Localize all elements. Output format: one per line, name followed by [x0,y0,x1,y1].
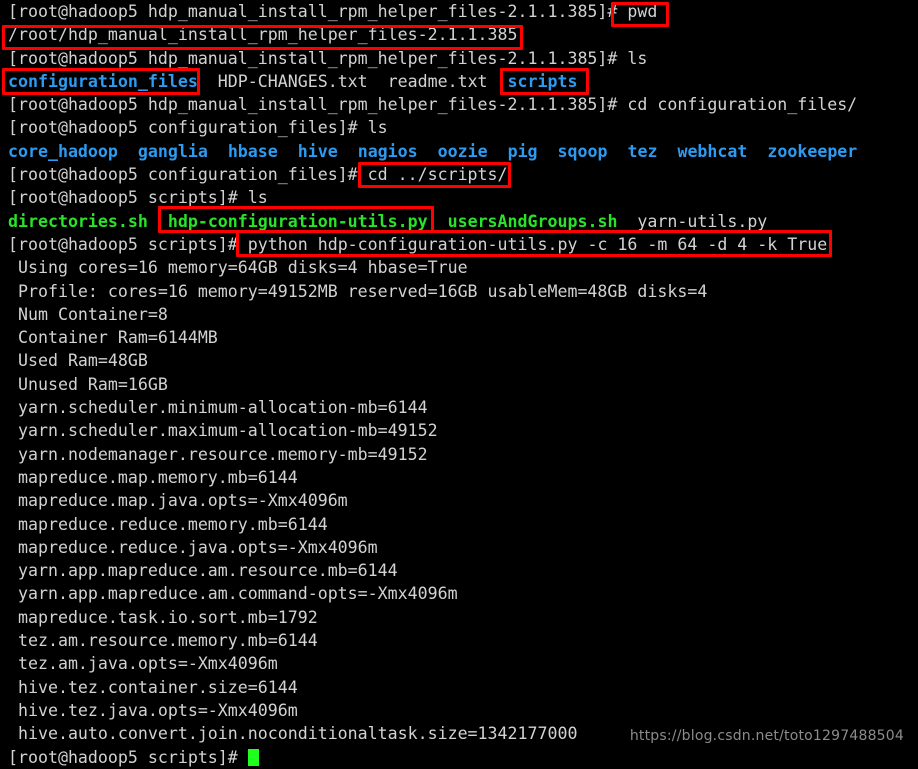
terminal-text-segment: yarn-utils.py [637,211,768,231]
terminal-line: Unused Ram=16GB [0,373,918,396]
terminal-text-segment: [root@hadoop5 hdp_manual_install_rpm_hel… [8,95,858,115]
terminal-line: mapreduce.reduce.java.opts=-Xmx4096m [0,536,918,559]
terminal-line: mapreduce.task.io.sort.mb=1792 [0,606,918,629]
terminal-text-segment: yarn.app.mapreduce.am.command-opts=-Xmx4… [8,584,458,604]
terminal-text-segment: Unused Ram=16GB [8,374,168,394]
terminal-text-segment: mapreduce.reduce.memory.mb=6144 [8,514,328,534]
terminal-text-segment: yarn.scheduler.minimum-allocation-mb=614… [8,398,428,418]
terminal-text-segment: cd ../scripts/ [367,165,508,185]
terminal-text-segment: usersAndGroups.sh [447,211,618,231]
terminal-line: mapreduce.map.memory.mb=6144 [0,466,918,489]
terminal-text-segment: pig [507,141,538,161]
terminal-text-segment: webhcat [677,141,748,161]
terminal-text-segment: hdp-configuration-utils.py [167,211,428,231]
terminal-text-segment: tez.am.java.opts=-Xmx4096m [8,654,278,674]
terminal-line: mapreduce.map.java.opts=-Xmx4096m [0,489,918,512]
terminal-text-segment: hbase [227,141,278,161]
terminal-text-segment: pwd [627,2,658,21]
terminal-line: yarn.nodemanager.resource.memory-mb=4915… [0,443,918,466]
terminal-line: Using cores=16 memory=64GB disks=4 hbase… [0,256,918,279]
terminal-line: yarn.scheduler.minimum-allocation-mb=614… [0,396,918,419]
terminal-text-segment: Profile: cores=16 memory=49152MB reserve… [8,281,708,301]
terminal-text-segment: /root/hdp_manual_install_rpm_helper_file… [8,25,518,45]
terminal-text-segment: Container Ram=6144MB [8,328,218,348]
terminal-text-segment: hive.auto.convert.join.noconditionaltask… [8,724,578,744]
terminal-line: [root@hadoop5 hdp_manual_install_rpm_hel… [0,93,918,116]
terminal-text-segment: [root@hadoop5 configuration_files]# [8,165,368,185]
terminal-text-segment: hive [297,141,338,161]
terminal-window[interactable]: [root@hadoop5 hdp_manual_install_rpm_hel… [0,0,918,767]
terminal-text-segment: core_hadoop [8,141,118,161]
terminal-text-segment: configuration_files [8,71,198,91]
terminal-line: Profile: cores=16 memory=49152MB reserve… [0,280,918,303]
terminal-line: [root@hadoop5 scripts]# [0,746,918,769]
terminal-text-segment: zookeeper [767,141,858,161]
terminal-line: yarn.app.mapreduce.am.command-opts=-Xmx4… [0,582,918,605]
terminal-text-segment: HDP-CHANGES.txt readme.txt [197,71,508,91]
terminal-output[interactable]: [root@hadoop5 hdp_manual_install_rpm_hel… [0,0,918,769]
terminal-text-segment: nagios [357,141,418,161]
terminal-text-segment: Using cores=16 memory=64GB disks=4 hbase… [8,258,468,278]
terminal-text-segment: yarn.nodemanager.resource.memory-mb=4915… [8,444,428,464]
terminal-text-segment: Used Ram=48GB [8,351,148,371]
terminal-text-segment: python hdp-configuration-utils.py -c 16 … [247,234,828,254]
terminal-line: hive.tez.container.size=6144 [0,676,918,699]
terminal-cursor [247,748,259,766]
terminal-text-segment: directories.sh [8,211,148,231]
terminal-line: yarn.app.mapreduce.am.resource.mb=6144 [0,559,918,582]
terminal-text-segment: sqoop [557,141,608,161]
terminal-line: [root@hadoop5 configuration_files]# cd .… [0,163,918,186]
terminal-line: [root@hadoop5 scripts]# python hdp-confi… [0,233,918,256]
terminal-text-segment: hive.tez.java.opts=-Xmx4096m [8,700,298,720]
terminal-text-segment: oozie [437,141,488,161]
terminal-line: directories.sh hdp-configuration-utils.p… [0,210,918,233]
terminal-line: hive.tez.java.opts=-Xmx4096m [0,699,918,722]
terminal-line: configuration_files HDP-CHANGES.txt read… [0,70,918,93]
terminal-text-segment: [root@hadoop5 hdp_manual_install_rpm_hel… [8,2,628,21]
terminal-line: /root/hdp_manual_install_rpm_helper_file… [0,23,918,46]
terminal-text-segment: scripts [507,71,578,91]
terminal-text-segment: yarn.scheduler.maximum-allocation-mb=491… [8,421,438,441]
terminal-text-segment: mapreduce.task.io.sort.mb=1792 [8,607,318,627]
terminal-line: [root@hadoop5 hdp_manual_install_rpm_hel… [0,0,918,23]
terminal-text-segment: [root@hadoop5 scripts]# ls [8,188,268,208]
terminal-line: [root@hadoop5 scripts]# ls [0,186,918,209]
terminal-text-segment: Num Container=8 [8,304,168,324]
terminal-line: mapreduce.reduce.memory.mb=6144 [0,513,918,536]
terminal-line: core_hadoop ganglia hbase hive nagios oo… [0,140,918,163]
terminal-text-segment: hive.tez.container.size=6144 [8,677,298,697]
terminal-text-segment: yarn.app.mapreduce.am.resource.mb=6144 [8,561,398,581]
terminal-text-segment: [root@hadoop5 scripts]# [8,234,248,254]
terminal-line: [root@hadoop5 hdp_manual_install_rpm_hel… [0,47,918,70]
terminal-text-segment: tez.am.resource.memory.mb=6144 [8,631,318,651]
terminal-line: Used Ram=48GB [0,349,918,372]
terminal-line: Num Container=8 [0,303,918,326]
terminal-text-segment: mapreduce.map.java.opts=-Xmx4096m [8,491,348,511]
terminal-text-segment: [root@hadoop5 configuration_files]# ls [8,118,388,138]
terminal-line: yarn.scheduler.maximum-allocation-mb=491… [0,419,918,442]
terminal-text-segment: ganglia [137,141,208,161]
terminal-text-segment: mapreduce.map.memory.mb=6144 [8,467,298,487]
terminal-line: tez.am.resource.memory.mb=6144 [0,629,918,652]
watermark-url: https://blog.csdn.net/toto1297488504 [629,728,904,744]
terminal-line: Container Ram=6144MB [0,326,918,349]
terminal-text-segment: [root@hadoop5 hdp_manual_install_rpm_hel… [8,48,648,68]
terminal-text-segment: mapreduce.reduce.java.opts=-Xmx4096m [8,537,378,557]
terminal-text-segment: tez [627,141,658,161]
terminal-line: tez.am.java.opts=-Xmx4096m [0,652,918,675]
terminal-line: [root@hadoop5 configuration_files]# ls [0,116,918,139]
